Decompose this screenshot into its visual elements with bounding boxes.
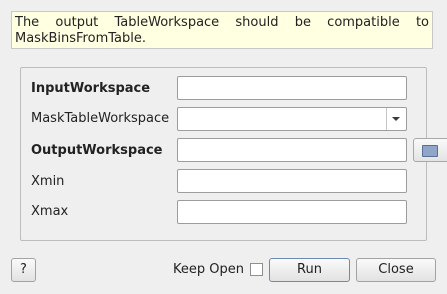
input-workspace-label: InputWorkspace — [31, 81, 151, 96]
xmin-field[interactable] — [177, 169, 407, 193]
keep-open-label: Keep Open — [173, 262, 244, 277]
folder-icon — [422, 145, 438, 157]
xmin-label: Xmin — [31, 174, 65, 189]
xmax-field[interactable] — [177, 200, 407, 224]
output-workspace-field[interactable] — [177, 138, 407, 162]
xmax-label: Xmax — [31, 204, 69, 219]
help-button[interactable]: ? — [11, 258, 36, 282]
input-workspace-field[interactable] — [177, 76, 407, 100]
chevron-down-icon[interactable] — [386, 108, 406, 130]
output-workspace-label: OutputWorkspace — [31, 143, 163, 158]
description-note: The output TableWorkspace should be comp… — [11, 11, 433, 49]
run-button[interactable]: Run — [269, 258, 350, 282]
mask-table-workspace-combo[interactable] — [177, 107, 407, 131]
close-button[interactable]: Close — [356, 258, 436, 282]
browse-button[interactable] — [413, 138, 447, 162]
keep-open-checkbox[interactable] — [250, 263, 263, 276]
mask-table-workspace-label: MaskTableWorkspace — [31, 111, 170, 126]
